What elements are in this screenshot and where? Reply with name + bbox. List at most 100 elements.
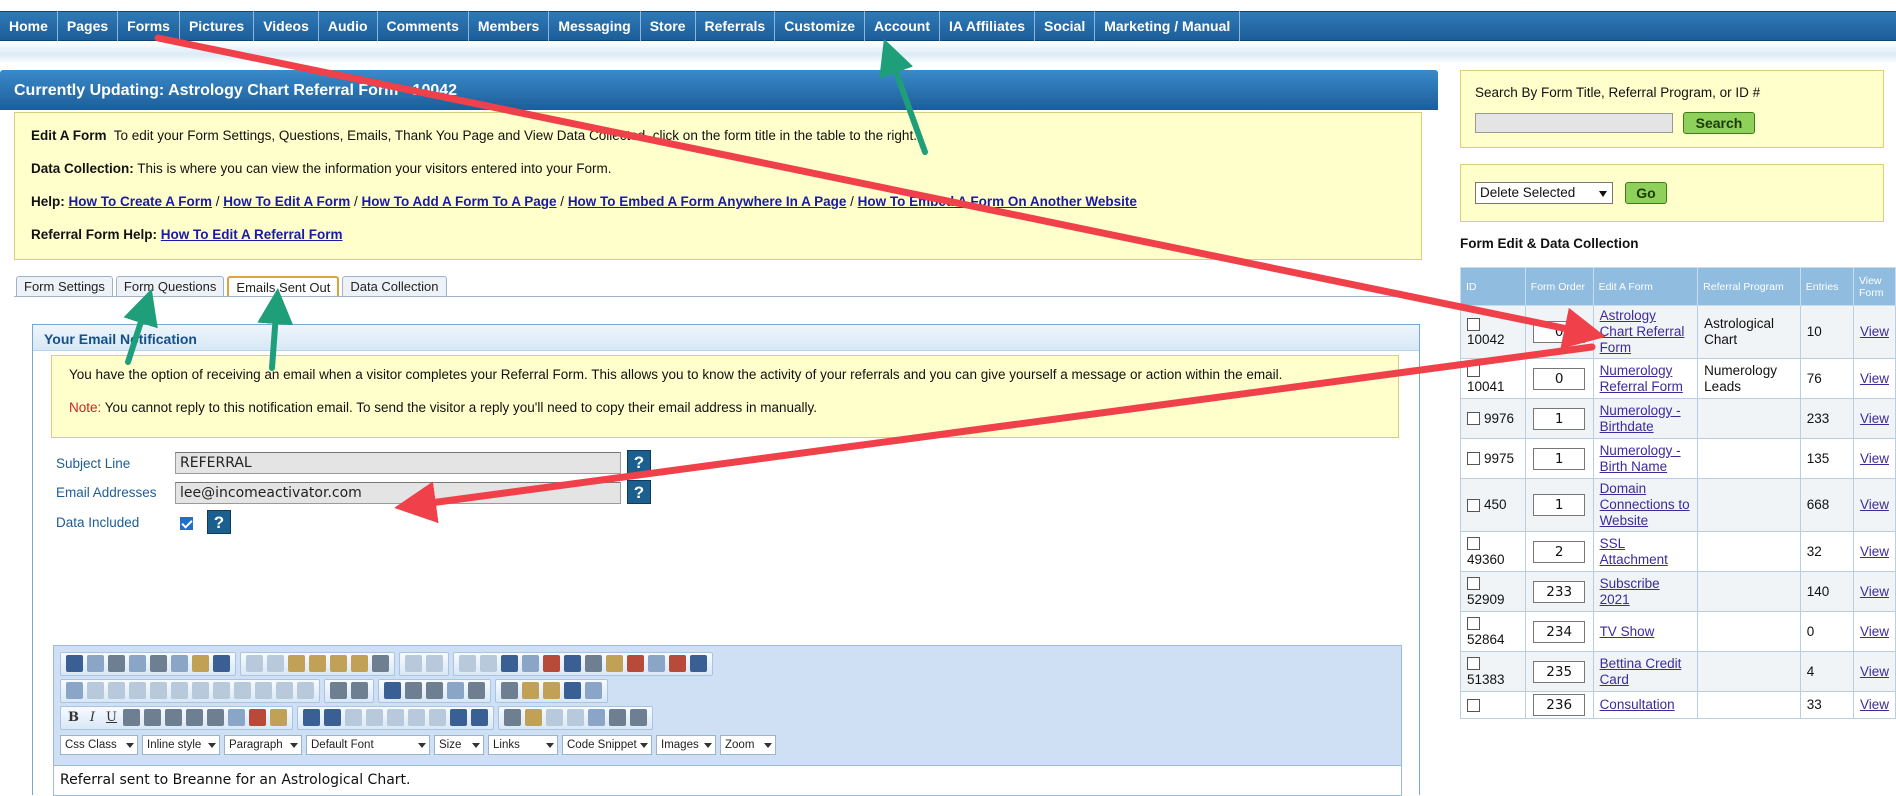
edit-form-link[interactable]: Numerology - Birthdate: [1600, 403, 1681, 434]
outdent-icon[interactable]: [345, 709, 362, 726]
nav-item-account[interactable]: Account: [865, 11, 940, 41]
template-icon[interactable]: [648, 655, 665, 672]
select-icon[interactable]: [630, 709, 647, 726]
paste-text-icon[interactable]: [309, 655, 326, 672]
insert-row-icon[interactable]: [87, 682, 104, 699]
lowercase-icon[interactable]: [471, 709, 488, 726]
size-dropdown[interactable]: Size: [434, 734, 484, 755]
form-order-input[interactable]: 234: [1533, 620, 1586, 643]
flash-icon[interactable]: [585, 655, 602, 672]
row-checkbox[interactable]: [1467, 617, 1480, 631]
email-addresses-input[interactable]: lee@incomeactivator.com: [175, 482, 621, 504]
find-icon[interactable]: [150, 655, 167, 672]
form-order-input[interactable]: 236: [1533, 694, 1586, 716]
links-dropdown[interactable]: Links: [488, 734, 558, 755]
ltr-icon[interactable]: [330, 682, 347, 699]
nav-item-store[interactable]: Store: [641, 11, 696, 41]
view-form-link[interactable]: View: [1860, 544, 1889, 559]
save-icon[interactable]: [66, 655, 83, 672]
media-icon[interactable]: [606, 655, 623, 672]
new-document-icon[interactable]: [87, 655, 104, 672]
zoom-dropdown[interactable]: Zoom: [720, 734, 776, 755]
absolute-position-icon[interactable]: [525, 709, 542, 726]
delete-col-icon[interactable]: [150, 682, 167, 699]
edit-form-link[interactable]: Bettina Credit Card: [1600, 656, 1682, 687]
form-order-input[interactable]: 1: [1533, 494, 1586, 516]
html-icon[interactable]: [384, 682, 401, 699]
form-order-input[interactable]: 0: [1533, 321, 1586, 343]
form-order-input[interactable]: 1: [1533, 407, 1586, 430]
backward-icon[interactable]: [567, 709, 584, 726]
undo-icon[interactable]: [405, 655, 422, 672]
view-form-link[interactable]: View: [1860, 497, 1889, 512]
cut-icon[interactable]: [246, 655, 263, 672]
bulk-action-select[interactable]: Delete Selected: [1475, 182, 1613, 204]
nav-item-marketing-manual[interactable]: Marketing / Manual: [1095, 11, 1241, 41]
nav-item-ia-affiliates[interactable]: IA Affiliates: [940, 11, 1035, 41]
font-dropdown[interactable]: Default Font: [306, 734, 430, 755]
link-icon[interactable]: [459, 655, 476, 672]
copy-icon[interactable]: [267, 655, 284, 672]
subject-line-input[interactable]: REFERRAL: [175, 452, 621, 474]
form-order-input[interactable]: 235: [1533, 660, 1586, 683]
form-order-input[interactable]: 0: [1533, 367, 1586, 390]
clear-icon[interactable]: [372, 655, 389, 672]
spellcheck-icon[interactable]: [213, 655, 230, 672]
search-button[interactable]: Search: [1683, 112, 1755, 134]
data-included-checkbox[interactable]: [180, 517, 193, 530]
subject-help-icon[interactable]: ?: [627, 450, 651, 474]
edit-image-icon[interactable]: [564, 655, 581, 672]
data-included-help-icon[interactable]: ?: [207, 510, 231, 534]
superscript-icon[interactable]: [387, 709, 404, 726]
merge-cells-icon[interactable]: [171, 682, 188, 699]
replace-icon[interactable]: [171, 655, 188, 672]
snippet-icon[interactable]: [447, 682, 464, 699]
help-link-edit[interactable]: How To Edit A Form: [223, 194, 350, 209]
row-checkbox[interactable]: [1467, 657, 1480, 671]
code-snippet-dropdown[interactable]: Code Snippet: [562, 734, 652, 755]
help-link-create[interactable]: How To Create A Form: [69, 194, 213, 209]
nav-item-audio[interactable]: Audio: [319, 11, 378, 41]
delete-row-icon[interactable]: [108, 682, 125, 699]
row-checkbox[interactable]: [1467, 364, 1480, 378]
paste-html-icon[interactable]: [351, 655, 368, 672]
preview-icon[interactable]: [129, 655, 146, 672]
indent-icon[interactable]: [366, 709, 383, 726]
hr-icon[interactable]: [276, 682, 293, 699]
view-form-link[interactable]: View: [1860, 664, 1889, 679]
edit-form-link[interactable]: Domain Connections to Website: [1600, 481, 1690, 528]
view-form-link[interactable]: View: [1860, 451, 1889, 466]
view-form-link[interactable]: View: [1860, 697, 1889, 712]
clock-icon[interactable]: [468, 682, 485, 699]
remove-format-icon[interactable]: [207, 709, 224, 726]
insert-col-icon[interactable]: [129, 682, 146, 699]
row-props-icon[interactable]: [234, 682, 251, 699]
images-dropdown[interactable]: Images: [656, 734, 716, 755]
nav-item-messaging[interactable]: Messaging: [549, 11, 641, 41]
nav-item-forms[interactable]: Forms: [118, 11, 180, 41]
nav-item-videos[interactable]: Videos: [254, 11, 319, 41]
strikethrough-icon[interactable]: [429, 709, 446, 726]
tab-form-settings[interactable]: Form Settings: [16, 276, 113, 297]
unlink-icon[interactable]: [480, 655, 497, 672]
help-link-embed[interactable]: How To Embed A Form Anywhere In A Page: [568, 194, 847, 209]
nav-item-pages[interactable]: Pages: [58, 11, 119, 41]
bold-icon[interactable]: B: [64, 710, 83, 725]
forward-icon[interactable]: [546, 709, 563, 726]
form-icon[interactable]: [405, 682, 422, 699]
view-form-link[interactable]: View: [1860, 371, 1889, 386]
insert-table-icon[interactable]: [66, 682, 83, 699]
tab-data-collection[interactable]: Data Collection: [342, 276, 447, 297]
row-checkbox[interactable]: [1467, 412, 1480, 426]
nav-item-home[interactable]: Home: [0, 11, 58, 41]
edit-form-link[interactable]: Subscribe 2021: [1600, 576, 1660, 607]
nav-item-customize[interactable]: Customize: [775, 11, 865, 41]
go-button[interactable]: Go: [1625, 182, 1667, 204]
bullet-list-icon[interactable]: [324, 709, 341, 726]
view-form-link[interactable]: View: [1860, 324, 1889, 339]
split-cells-icon[interactable]: [192, 682, 209, 699]
row-checkbox[interactable]: [1467, 698, 1480, 712]
pdf-icon[interactable]: [627, 655, 644, 672]
rtl-icon[interactable]: [351, 682, 368, 699]
tab-emails-sent-out[interactable]: Emails Sent Out: [227, 276, 340, 297]
